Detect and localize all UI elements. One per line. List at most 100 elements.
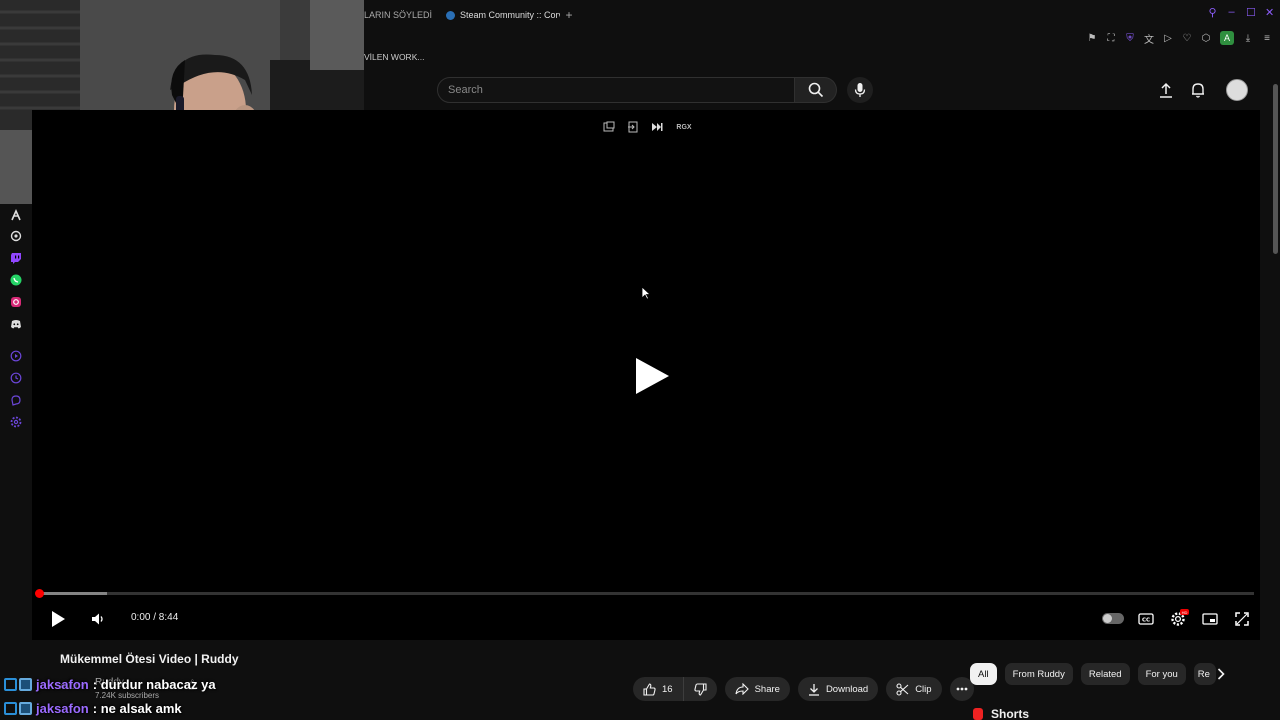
chip-truncated[interactable]: Re (1193, 663, 1216, 685)
chat-text: : durdur nabacaz ya (92, 676, 216, 692)
screenshot-icon[interactable]: ⛶ (1106, 33, 1116, 44)
scrollbar-thumb[interactable] (1273, 84, 1278, 254)
scrubber-handle[interactable] (35, 589, 44, 598)
captions-button[interactable]: CC (1136, 608, 1156, 630)
chat-username: jaksafon (36, 700, 89, 716)
dislike-button[interactable] (683, 677, 717, 701)
like-button[interactable]: 16 (633, 677, 684, 701)
player-sidebar-icon[interactable] (9, 349, 23, 363)
play-button[interactable] (46, 608, 70, 630)
badge-icon (4, 701, 17, 715)
history-icon[interactable] (9, 371, 23, 385)
autoplay-toggle[interactable] (1102, 613, 1124, 624)
fullscreen-button[interactable] (1232, 608, 1252, 630)
chat-message: jaksafon : ne alsak amk (4, 696, 216, 720)
menu-icon[interactable]: ≡ (1262, 33, 1272, 44)
miniplayer-icon (1202, 613, 1218, 625)
like-count: 16 (662, 683, 673, 695)
translate-icon[interactable]: 文 (1144, 31, 1154, 46)
buffered-bar (38, 592, 107, 595)
download-icon (808, 683, 819, 696)
steam-icon (446, 10, 455, 20)
browser-tab-steam[interactable]: Steam Community :: Corv (438, 0, 560, 30)
window-controls: ⚲ – ☐ ✕ (1208, 6, 1274, 19)
fullscreen-icon (1235, 612, 1249, 626)
miniplayer-button[interactable] (1200, 608, 1220, 630)
chips-next-button[interactable] (1214, 667, 1228, 681)
skip-forward-icon[interactable] (650, 120, 664, 134)
large-play-icon[interactable] (632, 356, 672, 396)
download-icon[interactable]: ⤓ (1243, 33, 1253, 44)
tab-label: LARIN SÖYLEDİ (364, 10, 433, 20)
extension-icon[interactable]: ⬡ (1201, 33, 1211, 44)
search-button[interactable] (795, 77, 837, 103)
exit-icon[interactable] (626, 120, 640, 134)
thumbs-down-icon (693, 682, 707, 696)
browser-toolbar: ⚑ ⛶ ⛨ 文 ▷ ♡ ⬡ A ⤓ ≡ (364, 28, 1280, 48)
maximize-icon[interactable]: ☐ (1246, 6, 1256, 19)
heart-icon[interactable]: ♡ (1182, 33, 1192, 44)
picture-in-picture-icon[interactable] (602, 120, 616, 134)
chat-username: jaksafon (36, 676, 89, 692)
microphone-icon (854, 83, 866, 97)
clip-button[interactable]: Clip (886, 677, 942, 701)
shorts-label: Shorts (991, 707, 1030, 720)
volume-button[interactable] (88, 608, 108, 630)
captions-icon: CC (1138, 613, 1154, 625)
chip-from-ruddy[interactable]: From Ruddy (1004, 663, 1073, 685)
badge-icon (4, 677, 17, 691)
scissors-icon (896, 682, 909, 696)
download-button[interactable]: Download (797, 677, 879, 701)
account-avatar[interactable] (1226, 79, 1248, 101)
browser-tab-bar: LARIN SÖYLEDİ Steam Community :: Corv + … (364, 0, 1280, 30)
play-icon (52, 611, 65, 627)
chip-all[interactable]: All (970, 663, 997, 685)
whatsapp-icon[interactable] (9, 273, 23, 287)
close-icon[interactable]: ✕ (1265, 6, 1274, 19)
share-label: Share (754, 683, 780, 695)
chip-for-you[interactable]: For you (1137, 663, 1186, 685)
search-tabs-icon[interactable]: ⚲ (1208, 6, 1217, 19)
screen: WILD LARIN SÖYLEDİ Steam Community :: Co… (0, 0, 1280, 720)
youtube-header: Search (364, 70, 1268, 110)
more-horizontal-icon (956, 687, 967, 691)
chevron-right-icon (1217, 668, 1225, 680)
browser-tab[interactable]: LARIN SÖYLEDİ (364, 0, 438, 30)
chat-message: jaksafon : durdur nabacaz ya (4, 672, 216, 696)
hd-badge: HD (1180, 609, 1189, 615)
aria-icon[interactable] (9, 208, 23, 222)
notifications-button[interactable] (1188, 80, 1208, 100)
player-extension-tools: RGX (602, 120, 694, 134)
clip-label: Clip (915, 683, 932, 695)
chatgpt-icon[interactable] (9, 229, 23, 243)
share-button[interactable]: Share (724, 677, 790, 701)
minimize-icon[interactable]: – (1227, 6, 1236, 19)
new-tab-button[interactable]: + (560, 6, 578, 24)
voice-search-button[interactable] (847, 77, 873, 103)
video-player[interactable]: RGX 0:00 / 8:44 CC HD (32, 110, 1260, 640)
extensions-sidebar-icon[interactable] (9, 393, 23, 407)
search-input[interactable]: Search (437, 77, 795, 103)
chip-related[interactable]: Related (1080, 663, 1130, 685)
twitch-icon[interactable] (9, 251, 23, 265)
play-icon[interactable]: ▷ (1163, 33, 1173, 44)
settings-sidebar-icon[interactable] (9, 415, 23, 429)
volume-icon (92, 613, 103, 625)
upload-button[interactable] (1156, 80, 1176, 100)
instagram-icon[interactable] (9, 295, 23, 309)
subscriber-badge-icon (19, 677, 32, 691)
chat-text: : ne alsak amk (92, 700, 182, 716)
bookmark-item[interactable]: VİLEN WORK... (364, 52, 424, 66)
rgx-button[interactable]: RGX (674, 120, 694, 134)
chat-badges (4, 701, 32, 715)
pin-icon[interactable]: ⚑ (1087, 33, 1097, 44)
profile-avatar[interactable]: A (1220, 31, 1234, 45)
video-title: Mükemmel Ötesi Video | Ruddy (60, 652, 239, 666)
discord-icon[interactable] (9, 317, 23, 331)
recommendation-filter-chips: All From Ruddy Related For you Re (970, 663, 1216, 685)
shorts-section-header: Shorts (973, 707, 1029, 720)
page-scrollbar[interactable] (1272, 72, 1278, 720)
thumbs-up-icon (643, 682, 656, 696)
shield-icon[interactable]: ⛨ (1125, 33, 1135, 44)
progress-bar[interactable] (35, 589, 1254, 598)
